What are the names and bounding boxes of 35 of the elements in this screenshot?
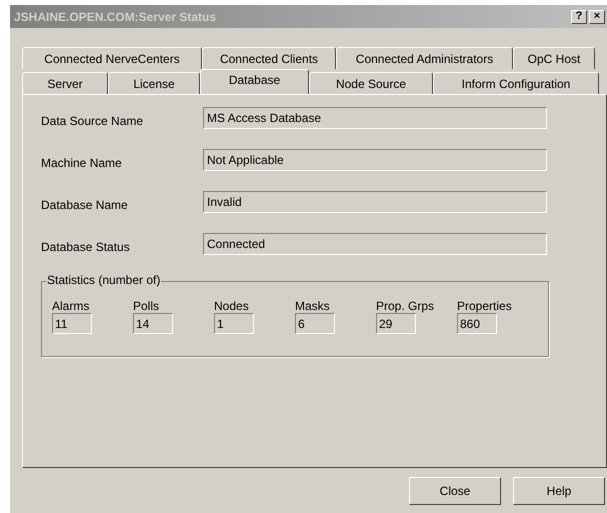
group-title: Statistics (number of) [46, 274, 162, 286]
window-title: JSHAINE.OPEN.COM:Server Status [14, 8, 216, 26]
close-button[interactable]: Close [409, 477, 501, 505]
stat-label: Prop. Grps [376, 299, 434, 313]
stat-field[interactable]: 11 [52, 313, 92, 334]
stat-field[interactable]: 14 [133, 313, 173, 334]
close-title-button[interactable]: × [589, 10, 605, 24]
stat-field[interactable]: 6 [295, 313, 335, 334]
stat-label: Masks [295, 299, 330, 313]
tab[interactable]: Inform Configuration [433, 72, 599, 94]
field-label: Data Source Name [41, 113, 144, 130]
text-field[interactable]: Connected [203, 233, 547, 255]
tab[interactable]: Node Source [309, 72, 433, 94]
stat-label: Nodes [214, 299, 249, 313]
tab[interactable]: OpC Host [513, 47, 595, 69]
text-field[interactable]: Not Applicable [203, 149, 547, 171]
tab[interactable]: Connected NerveCenters [22, 47, 202, 69]
stat-field[interactable]: 860 [457, 313, 497, 334]
stat-label: Properties [457, 299, 512, 313]
stat-field[interactable]: 29 [376, 313, 416, 334]
help-button[interactable]: Help [513, 477, 605, 505]
help-title-button[interactable]: ? [571, 10, 587, 24]
field-label: Database Name [41, 197, 129, 214]
tab[interactable]: Connected Administrators [336, 47, 513, 69]
stat-label: Polls [133, 299, 160, 313]
tab[interactable]: Server [22, 72, 108, 94]
stat-label: Alarms [52, 299, 90, 313]
tab[interactable]: Database [200, 69, 309, 94]
text-field[interactable]: Invalid [203, 191, 547, 213]
stat-field[interactable]: 1 [214, 313, 254, 334]
field-label: Machine Name [41, 155, 123, 172]
tab[interactable]: Connected Clients [202, 47, 336, 69]
tab[interactable]: License [108, 72, 200, 94]
text-field[interactable]: MS Access Database [203, 107, 547, 129]
field-label: Database Status [41, 239, 131, 256]
